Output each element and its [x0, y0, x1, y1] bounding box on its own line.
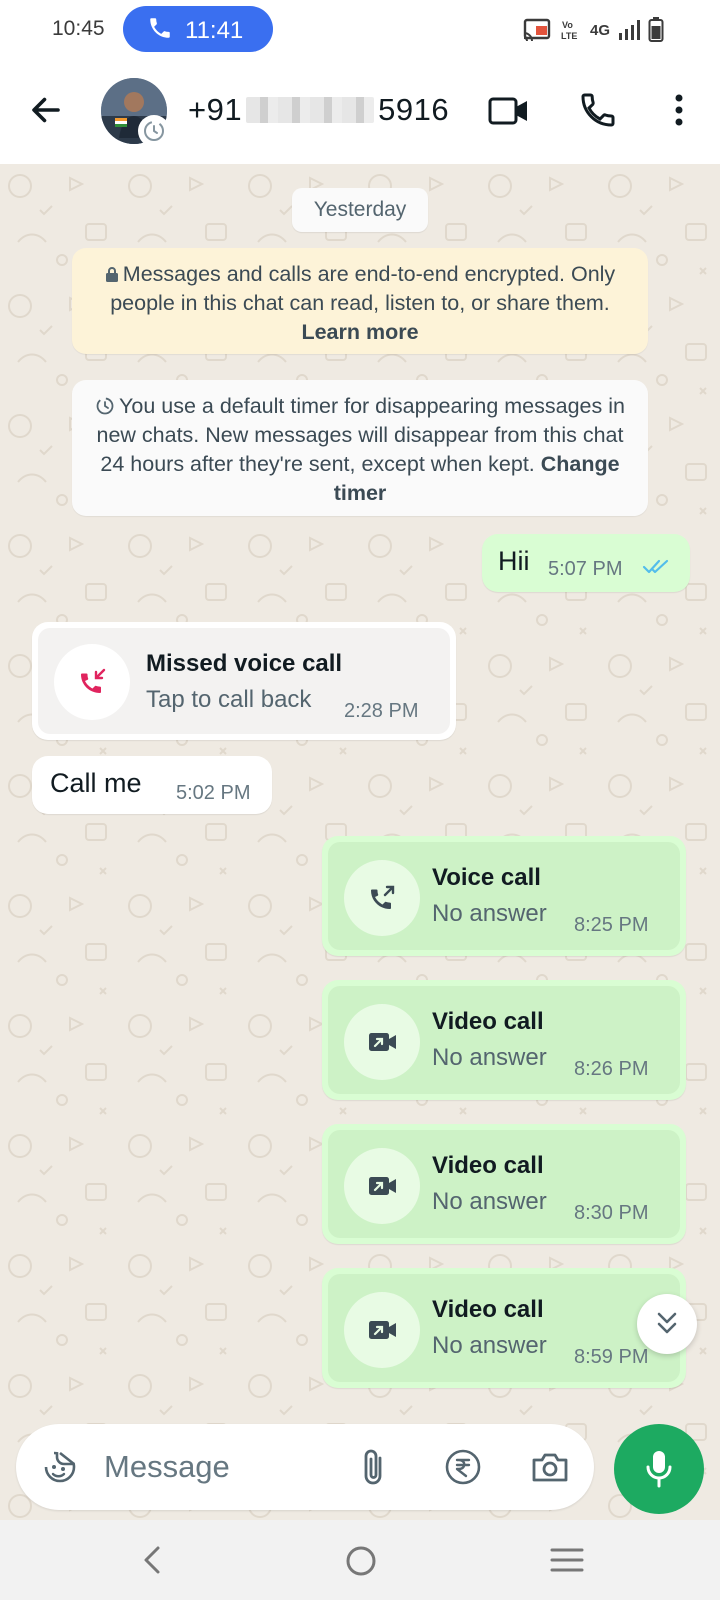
redacted-digits — [246, 97, 375, 123]
call-title: Video call — [432, 1008, 544, 1035]
attachment-icon[interactable] — [354, 1446, 394, 1488]
nav-home-icon[interactable] — [344, 1544, 378, 1578]
call-title: Video call — [432, 1152, 544, 1179]
contact-suffix: 5916 — [378, 92, 450, 127]
outgoing-message[interactable]: Hii 5:07 PM — [482, 534, 690, 592]
cast-icon — [523, 18, 551, 42]
call-subtitle: No answer — [432, 1188, 547, 1215]
phone-icon — [150, 18, 170, 38]
nav-back-icon[interactable] — [138, 1542, 168, 1578]
call-subtitle: No answer — [432, 1332, 547, 1359]
call-title: Missed voice call — [146, 650, 343, 677]
message-time: 8:26 PM — [574, 1058, 649, 1080]
call-subtitle: Tap to call back — [146, 686, 312, 713]
missed-call-icon — [81, 668, 106, 693]
back-arrow-icon[interactable] — [28, 92, 64, 128]
call-subtitle: No answer — [432, 1044, 547, 1071]
call-icon-circle — [344, 1004, 420, 1080]
call-title: Voice call — [432, 864, 541, 891]
timer-icon — [144, 121, 164, 141]
call-title: Video call — [432, 1296, 544, 1323]
system-navigation-bar — [0, 1520, 720, 1600]
microphone-icon — [646, 1451, 672, 1488]
call-card[interactable]: Video call No answer 8:59 PM — [328, 1274, 680, 1382]
contact-name[interactable]: +91 5916 — [188, 92, 449, 128]
outgoing-video-call-icon — [369, 1321, 396, 1339]
message-time: 8:59 PM — [574, 1346, 649, 1368]
incoming-call-message[interactable]: Missed voice call Tap to call back 2:28 … — [32, 622, 456, 740]
voice-message-button[interactable] — [614, 1424, 704, 1514]
status-icons: Vo LTE 4G — [522, 16, 664, 44]
call-icon-circle — [344, 1148, 420, 1224]
network-type: 4G — [589, 21, 610, 39]
sticker-icon[interactable] — [40, 1447, 80, 1487]
message-text: Call me — [50, 768, 142, 798]
call-icon-circle — [344, 1292, 420, 1368]
video-call-icon[interactable] — [488, 94, 530, 128]
message-time: 5:02 PM — [176, 782, 251, 804]
read-receipt-icon — [642, 559, 669, 574]
more-options-icon[interactable] — [664, 90, 694, 130]
outgoing-call-message[interactable]: Voice call No answer 8:25 PM — [322, 836, 686, 956]
chat-area[interactable]: Yesterday Messages and calls are end-to-… — [0, 164, 720, 1520]
call-timer: 11:41 — [185, 17, 244, 44]
svg-text:Vo: Vo — [562, 20, 573, 30]
outgoing-video-call-icon — [369, 1177, 396, 1195]
outgoing-video-call-icon — [369, 1033, 396, 1051]
encryption-notice[interactable]: Messages and calls are end-to-end encryp… — [72, 248, 648, 354]
timer-icon — [96, 397, 114, 415]
status-bar: 10:45 11:41 Vo LTE 4G — [0, 0, 720, 60]
encryption-text: Messages and calls are end-to-end encryp… — [110, 262, 616, 315]
message-time: 5:07 PM — [548, 558, 623, 580]
outgoing-voice-call-icon — [371, 885, 395, 909]
call-card[interactable]: Missed voice call Tap to call back 2:28 … — [38, 628, 450, 734]
double-chevron-down-icon — [657, 1312, 677, 1334]
svg-text:LTE: LTE — [561, 31, 577, 41]
message-time: 8:25 PM — [574, 914, 649, 936]
incoming-message[interactable]: Call me 5:02 PM — [32, 756, 272, 814]
voice-call-icon[interactable] — [578, 90, 618, 130]
call-card[interactable]: Video call No answer 8:30 PM — [328, 1130, 680, 1238]
call-card[interactable]: Voice call No answer 8:25 PM — [328, 842, 680, 950]
volte-icon: VoLTE — [561, 20, 577, 41]
nav-recents-icon[interactable] — [550, 1546, 584, 1574]
battery-icon — [648, 17, 664, 42]
message-time: 8:30 PM — [574, 1202, 649, 1224]
call-card[interactable]: Video call No answer 8:26 PM — [328, 986, 680, 1094]
lock-icon — [105, 267, 118, 282]
date-chip: Yesterday — [292, 188, 428, 232]
contact-prefix: +91 — [188, 92, 243, 127]
outgoing-call-message[interactable]: Video call No answer 8:30 PM — [322, 1124, 686, 1244]
message-time: 2:28 PM — [344, 700, 419, 722]
call-icon-circle — [54, 644, 130, 720]
disappearing-timer-badge — [138, 115, 170, 147]
ongoing-call-pill[interactable]: 11:41 — [123, 6, 273, 52]
scroll-to-bottom-button[interactable] — [637, 1294, 697, 1354]
learn-more-link[interactable]: Learn more — [301, 320, 418, 344]
payment-icon[interactable] — [444, 1448, 482, 1486]
camera-icon[interactable] — [530, 1448, 570, 1486]
signal-icon — [619, 20, 640, 40]
chat-header: +91 5916 — [0, 60, 720, 164]
message-text: Hii — [498, 546, 530, 576]
message-composer — [16, 1424, 594, 1510]
message-input[interactable] — [104, 1442, 354, 1492]
outgoing-call-message[interactable]: Video call No answer 8:26 PM — [322, 980, 686, 1100]
call-icon-circle — [344, 860, 420, 936]
timer-notice[interactable]: You use a default timer for disappearing… — [72, 380, 648, 516]
call-subtitle: No answer — [432, 900, 547, 927]
outgoing-call-message[interactable]: Video call No answer 8:59 PM — [322, 1268, 686, 1388]
status-time: 10:45 — [52, 17, 105, 40]
